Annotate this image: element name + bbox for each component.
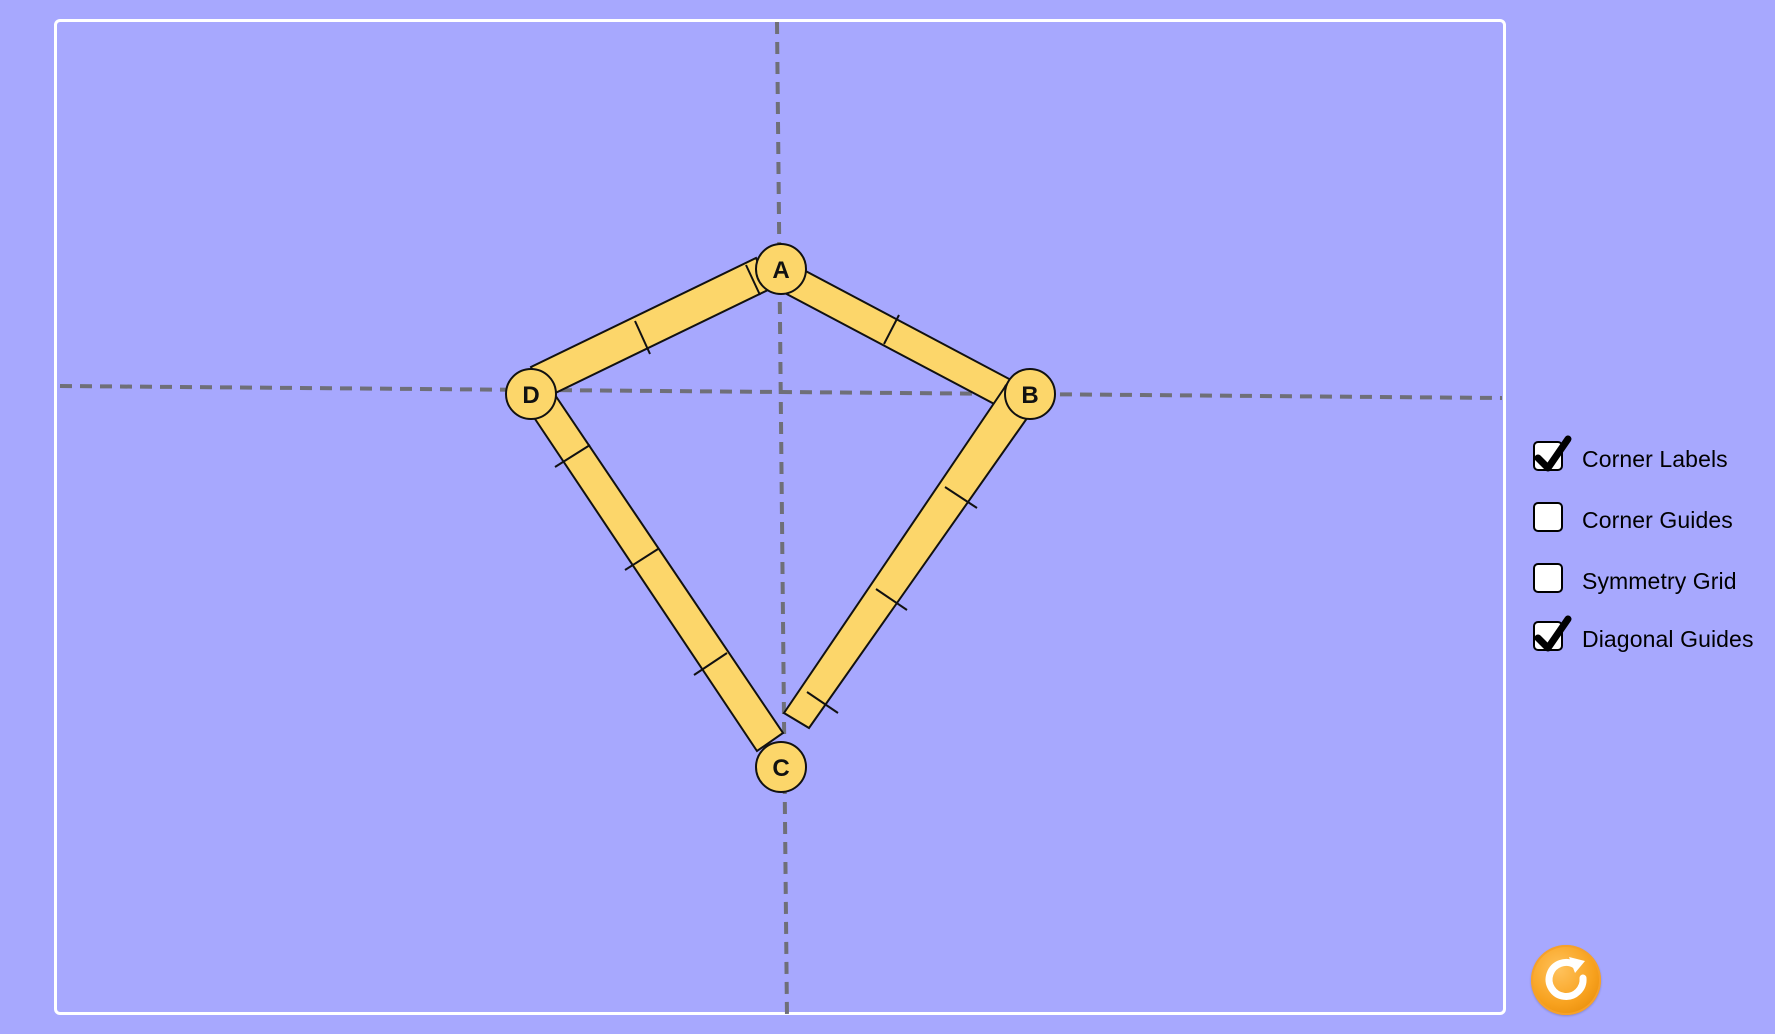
- reset-arrow-icon: [1545, 957, 1587, 1000]
- reset-button[interactable]: [1531, 945, 1601, 1015]
- kite-explorer-app: A B C D Corner Labels Corner Guides Symm…: [0, 0, 1775, 1034]
- kite-board: A B C D: [59, 21, 1503, 1019]
- side-strip-bc[interactable]: [782, 382, 1039, 730]
- symmetry-grid-checkbox[interactable]: [1533, 563, 1563, 593]
- vertex-label-a: A: [772, 257, 789, 284]
- corner-labels-checkbox[interactable]: [1533, 435, 1572, 472]
- side-strip-da[interactable]: [529, 256, 772, 400]
- side-strip-cd[interactable]: [525, 393, 785, 753]
- corner-labels-label: Corner Labels: [1582, 446, 1728, 472]
- symmetry-grid-label: Symmetry Grid: [1582, 568, 1737, 594]
- diagonal-guides-option[interactable]: Diagonal Guides: [1530, 615, 1770, 658]
- checkmark-icon: [1534, 435, 1572, 472]
- vertex-a[interactable]: A: [755, 243, 807, 295]
- symmetry-grid-option[interactable]: Symmetry Grid: [1530, 560, 1770, 600]
- vertex-d[interactable]: D: [505, 368, 557, 420]
- corner-labels-option[interactable]: Corner Labels: [1530, 435, 1770, 478]
- diagonal-guides: [59, 21, 1503, 1019]
- vertex-b[interactable]: B: [1004, 368, 1056, 420]
- corner-guides-option[interactable]: Corner Guides: [1530, 499, 1770, 539]
- side-strip-ab[interactable]: [761, 265, 1015, 409]
- vertex-c[interactable]: C: [755, 741, 807, 793]
- diagonal-guides-checkbox[interactable]: [1533, 615, 1572, 652]
- corner-guides-label: Corner Guides: [1582, 507, 1733, 533]
- checkmark-icon: [1534, 615, 1572, 652]
- corner-guides-checkbox[interactable]: [1533, 502, 1563, 532]
- vertical-diagonal-guide: [775, 21, 789, 1019]
- vertex-label-c: C: [772, 755, 789, 782]
- diagonal-guides-label: Diagonal Guides: [1582, 626, 1754, 652]
- vertex-label-b: B: [1021, 382, 1038, 409]
- vertex-label-d: D: [522, 382, 539, 409]
